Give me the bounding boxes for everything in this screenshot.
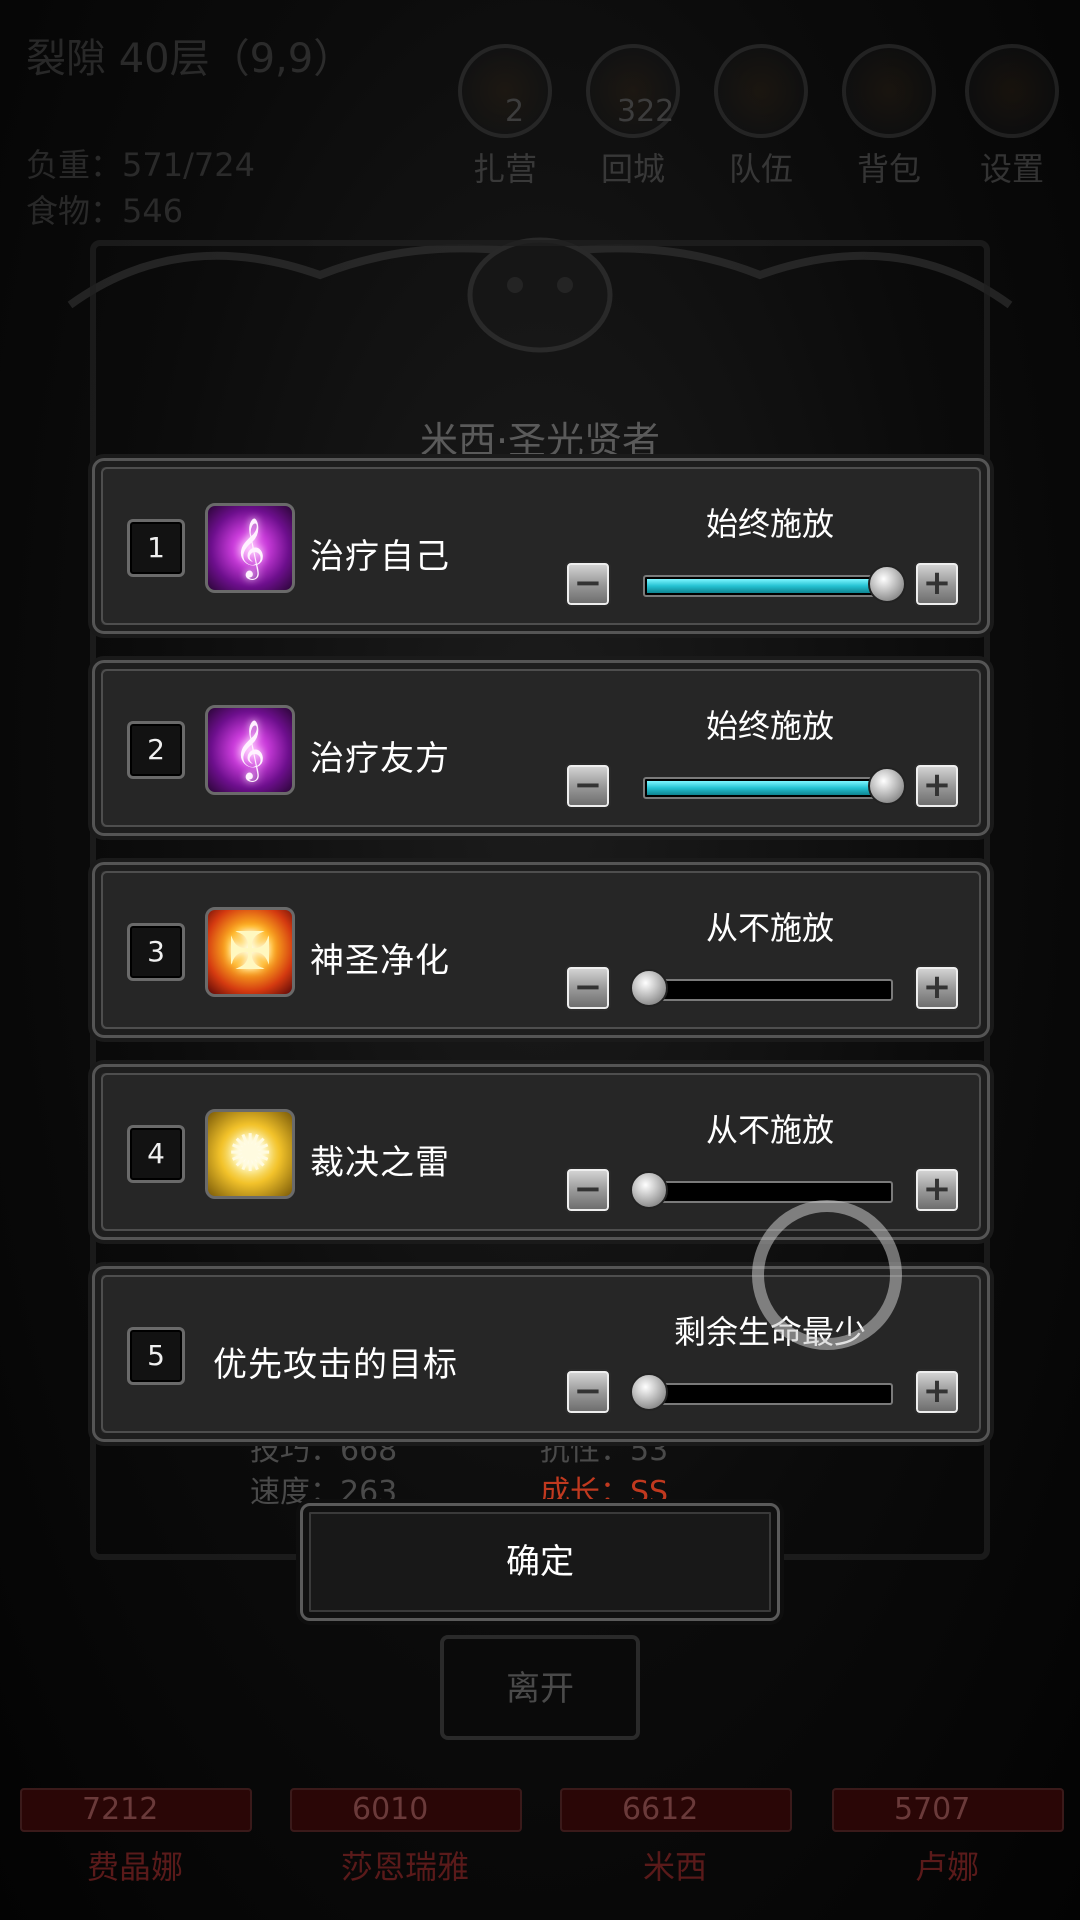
slider-knob[interactable]	[630, 969, 668, 1007]
skill-setting-row-3: 3 ✠ 神圣净化 从不施放 − +	[92, 862, 990, 1038]
target-mode-slider[interactable]	[643, 1383, 893, 1405]
target-priority-label: 优先攻击的目标	[213, 1345, 458, 1385]
plus-icon: +	[922, 765, 952, 805]
hp-bar: 7212	[20, 1788, 252, 1832]
hp-bar: 6010	[290, 1788, 522, 1832]
gear-icon	[965, 44, 1059, 138]
cast-mode-label: 始终施放	[705, 707, 834, 745]
minus-icon: −	[573, 1371, 603, 1411]
judgment-thunder-icon: ✺	[205, 1109, 295, 1199]
slider-fill	[647, 781, 889, 795]
member-name: 费晶娜	[86, 1848, 183, 1886]
minus-icon: −	[573, 1169, 603, 1209]
cast-level-slider[interactable]	[643, 979, 893, 1001]
confirm-button[interactable]: 确定	[300, 1503, 780, 1621]
slider-knob[interactable]	[630, 1171, 668, 1209]
minus-icon: −	[573, 563, 603, 603]
slider-knob[interactable]	[630, 1373, 668, 1411]
bag-icon	[842, 44, 936, 138]
increase-button[interactable]: +	[914, 561, 960, 607]
skill-label: 治疗友方	[310, 739, 450, 779]
team-button[interactable]: 队伍	[711, 44, 811, 188]
leave-button[interactable]: 离开	[440, 1635, 640, 1740]
slider-knob[interactable]	[868, 565, 906, 603]
member-name: 卢娜	[914, 1848, 979, 1886]
cast-mode-label: 从不施放	[705, 1111, 834, 1149]
decrease-button[interactable]: −	[565, 1369, 611, 1415]
heal-glyph: 𝄞	[234, 518, 266, 578]
slider-fill	[647, 579, 889, 593]
increase-button[interactable]: +	[914, 965, 960, 1011]
member-name: 米西	[642, 1848, 707, 1886]
settings-button[interactable]: 设置	[962, 44, 1062, 188]
skill-label: 裁决之雷	[310, 1143, 450, 1183]
heal-glyph: 𝄞	[234, 720, 266, 780]
team-icon	[714, 44, 808, 138]
camp-button[interactable]: 2 扎营	[455, 44, 555, 188]
return-button[interactable]: 322 回城	[583, 44, 683, 188]
slider-knob[interactable]	[868, 767, 906, 805]
row-number: 2	[127, 721, 185, 779]
row-number: 5	[127, 1327, 185, 1385]
skill-setting-row-2: 2 𝄞 治疗友方 始终施放 − +	[92, 660, 990, 836]
cast-level-slider[interactable]	[643, 575, 893, 597]
plus-icon: +	[922, 1371, 952, 1411]
increase-button[interactable]: +	[914, 1369, 960, 1415]
floor-title: 裂隙 40层（9,9）	[26, 36, 354, 82]
party-member[interactable]: 6010 莎恩瑞雅	[280, 1780, 522, 1900]
row-number: 1	[127, 519, 185, 577]
cross-glyph: ✠	[228, 922, 272, 982]
party-member[interactable]: 7212 费晶娜	[10, 1780, 252, 1900]
decrease-button[interactable]: −	[565, 965, 611, 1011]
plus-icon: +	[922, 967, 952, 1007]
cast-level-slider[interactable]	[643, 777, 893, 799]
heal-icon: 𝄞	[205, 503, 295, 593]
skill-setting-row-1: 1 𝄞 治疗自己 始终施放 − +	[92, 458, 990, 634]
plus-icon: +	[922, 1169, 952, 1209]
increase-button[interactable]: +	[914, 763, 960, 809]
hero-stats: 技巧：668 速度：263 抗性：53 成长：SS	[250, 1430, 668, 1514]
cast-mode-label: 从不施放	[705, 909, 834, 947]
burst-glyph: ✺	[228, 1124, 272, 1184]
party-member[interactable]: 6612 米西	[550, 1780, 792, 1900]
carry-load: 负重：571/724	[26, 146, 255, 184]
cast-level-slider[interactable]	[643, 1181, 893, 1203]
member-name: 莎恩瑞雅	[340, 1848, 469, 1886]
cast-mode-label: 始终施放	[705, 505, 834, 543]
hero-name: 米西·圣光贤者	[419, 419, 661, 463]
heal-icon: 𝄞	[205, 705, 295, 795]
party-member[interactable]: 5707 卢娜	[822, 1780, 1064, 1900]
touch-indicator	[752, 1200, 902, 1350]
bag-button[interactable]: 背包	[839, 44, 939, 188]
increase-button[interactable]: +	[914, 1167, 960, 1213]
decrease-button[interactable]: −	[565, 1167, 611, 1213]
decrease-button[interactable]: −	[565, 763, 611, 809]
plus-icon: +	[922, 563, 952, 603]
skill-label: 治疗自己	[310, 537, 450, 577]
skill-label: 神圣净化	[310, 941, 450, 981]
minus-icon: −	[573, 765, 603, 805]
row-number: 4	[127, 1125, 185, 1183]
minus-icon: −	[573, 967, 603, 1007]
holy-purify-icon: ✠	[205, 907, 295, 997]
decrease-button[interactable]: −	[565, 561, 611, 607]
hp-bar: 5707	[832, 1788, 1064, 1832]
row-number: 3	[127, 923, 185, 981]
hp-bar: 6612	[560, 1788, 792, 1832]
